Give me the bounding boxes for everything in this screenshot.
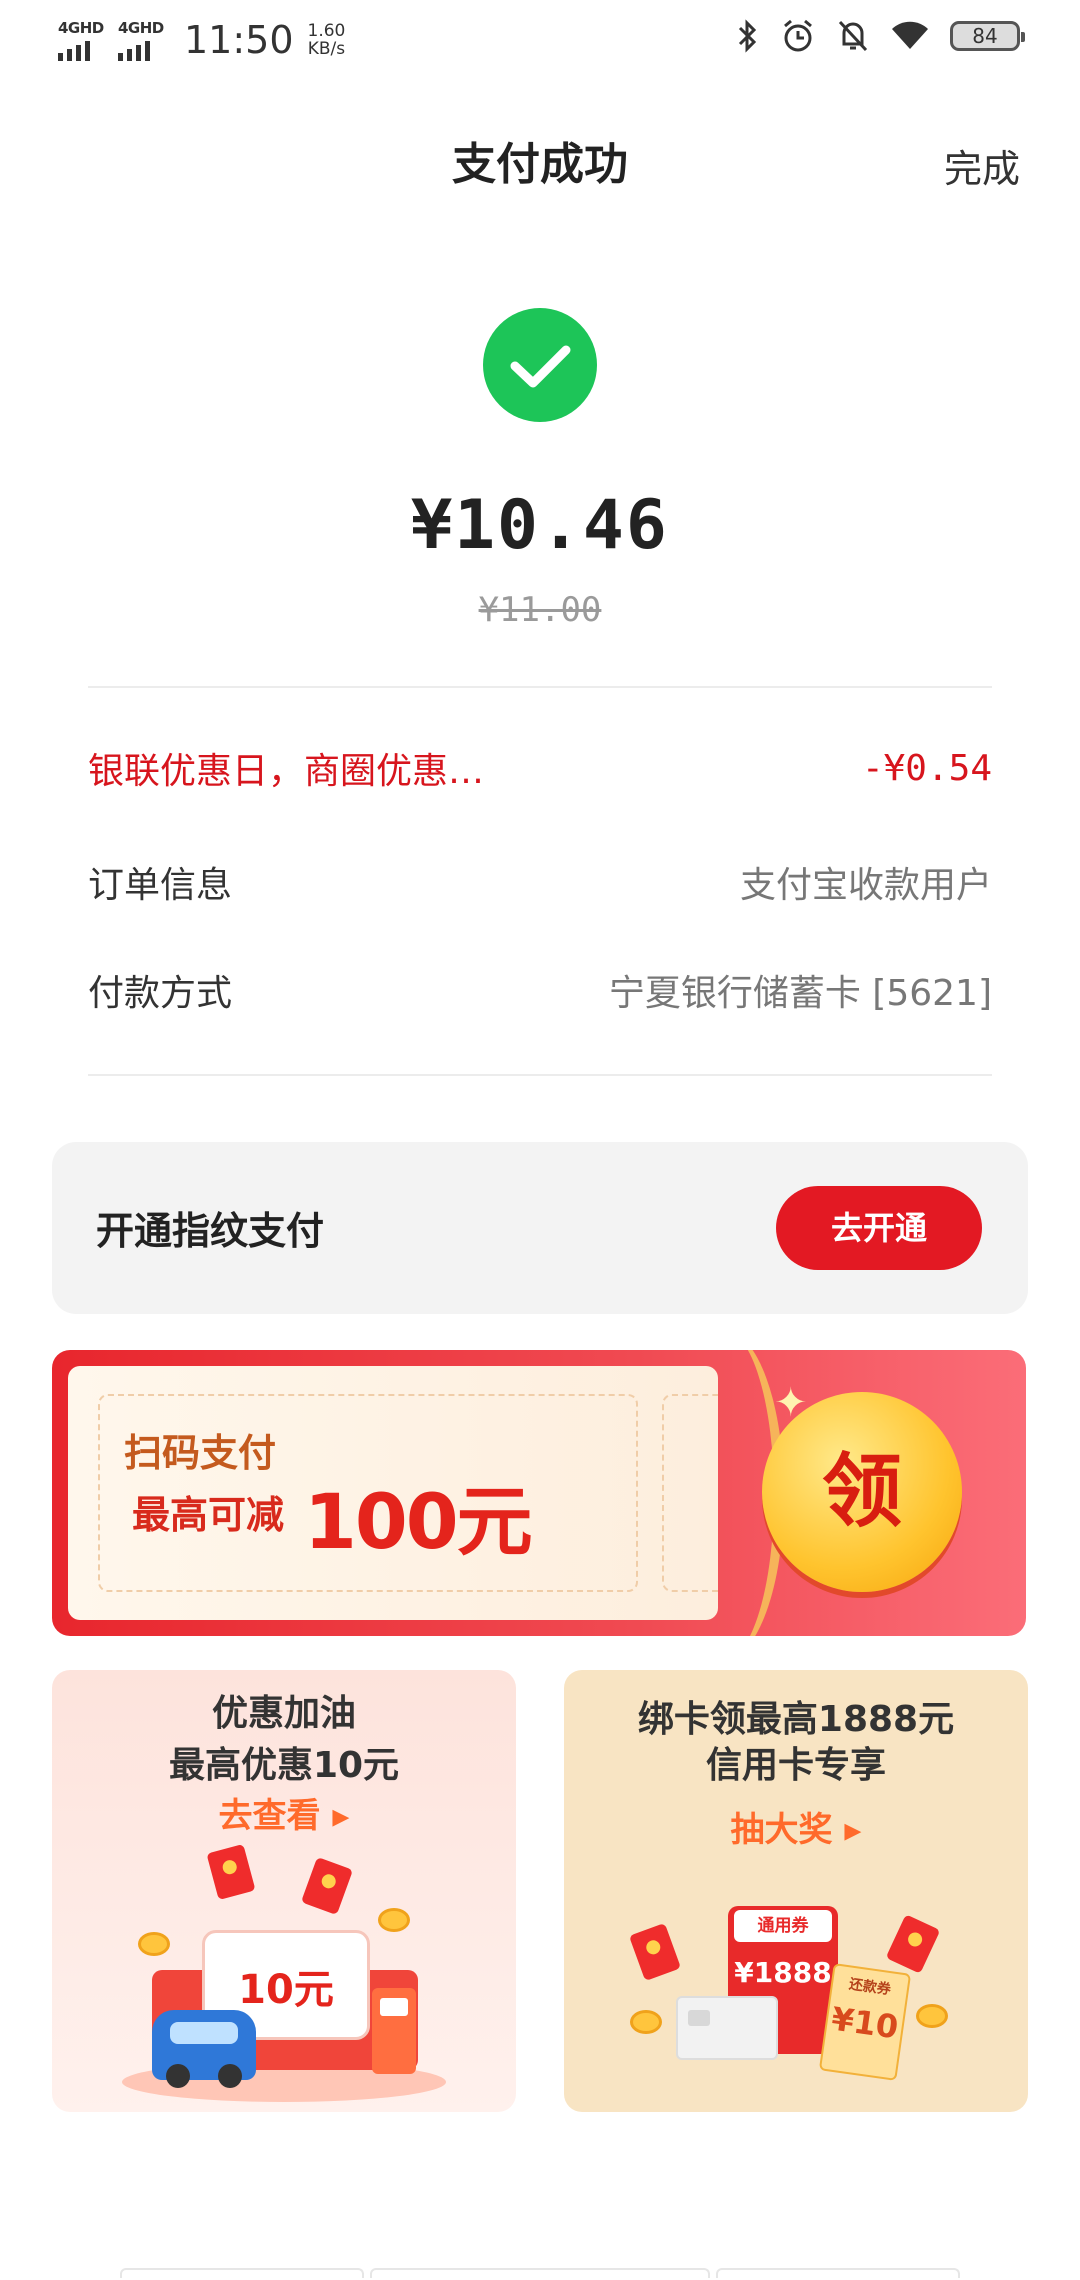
voucher-amount: ¥10 <box>829 1999 901 2047</box>
signal-icon: 4GHD <box>118 19 164 61</box>
order-info-value: 支付宝收款用户 <box>739 865 992 906</box>
banner-line2: 最高可减 <box>132 1493 285 1537</box>
wifi-icon <box>892 21 928 49</box>
coin-icon <box>630 2010 662 2034</box>
success-check-icon <box>483 308 597 422</box>
speed-value: 1.60 <box>307 21 346 41</box>
fingerprint-label: 开通指纹支付 <box>96 1209 325 1253</box>
fuel-discount-card[interactable]: 优惠加油 最高优惠10元 去查看 ▸ 10元 <box>52 1670 516 2112</box>
network-speed: 1.60 KB/s <box>308 22 346 58</box>
mute-icon <box>838 20 868 52</box>
discount-label: 银联优惠日，商圈优惠… <box>88 751 485 792</box>
alarm-icon <box>784 19 812 52</box>
payment-method-label: 付款方式 <box>88 973 233 1014</box>
done-button[interactable]: 完成 <box>944 138 1020 193</box>
order-info-label: 订单信息 <box>88 865 233 906</box>
coupon-amount: ¥1888 <box>734 1956 832 1989</box>
bank-card-icon <box>676 1996 778 2060</box>
voucher-head: 还款券 <box>847 1976 892 1999</box>
card-title: 优惠加油 <box>211 1693 356 1734</box>
card-subtitle: 最高优惠10元 <box>168 1745 400 1786</box>
payment-method-value: 宁夏银行储蓄卡 [5621] <box>608 973 992 1014</box>
coin-icon <box>138 1932 170 1956</box>
battery-icon: 84 <box>950 21 1025 51</box>
red-envelope-icon <box>300 1856 354 1916</box>
bottom-scroll-hint <box>120 2268 960 2280</box>
page-title: 支付成功 <box>452 139 628 190</box>
original-amount: ¥11.00 <box>478 590 602 630</box>
fingerprint-card: 开通指纹支付 去开通 <box>52 1142 1028 1314</box>
car-icon <box>152 2010 256 2088</box>
voucher-graphic: 还款券 ¥10 <box>818 1963 912 2081</box>
coin-icon <box>378 1908 410 1932</box>
signal-label: 4GHD <box>58 19 104 37</box>
discount-row[interactable]: 银联优惠日，商圈优惠… -¥0.54 <box>88 742 992 794</box>
fuel-pump-icon <box>372 1988 416 2074</box>
order-info-row: 订单信息 支付宝收款用户 <box>88 856 992 908</box>
status-bar: 4GHD 4GHD 11:50 1.60 KB/s 84 <box>0 0 1080 80</box>
payment-method-row: 付款方式 宁夏银行储蓄卡 [5621] <box>88 964 992 1016</box>
lottery-link[interactable]: 抽大奖 ▸ <box>564 1802 1028 1851</box>
banner-highlight: 100元 <box>304 1477 533 1566</box>
paid-amount: ¥10.46 <box>411 486 669 565</box>
sparkle-icon: ✦ <box>774 1380 808 1426</box>
bluetooth-icon <box>738 19 757 53</box>
red-envelope-icon <box>206 1843 256 1901</box>
enable-fingerprint-button[interactable]: 去开通 <box>776 1186 982 1270</box>
signal-label: 4GHD <box>118 19 164 37</box>
red-envelope-icon <box>628 1922 682 1982</box>
view-link[interactable]: 去查看 ▸ <box>52 1788 516 1837</box>
discount-value: -¥0.54 <box>861 747 992 789</box>
divider <box>88 1074 992 1076</box>
scan-pay-promo-banner[interactable]: 扫码支付 最高可减 100元 领 ✦ <box>52 1350 1026 1636</box>
coin-icon <box>916 2004 948 2028</box>
speed-unit: KB/s <box>307 39 346 59</box>
coupon-pad-value: 10元 <box>238 1967 334 2013</box>
red-envelope-icon <box>885 1914 941 1974</box>
coupon-head: 通用券 <box>734 1910 832 1942</box>
battery-level: 84 <box>972 24 998 48</box>
card-subtitle: 信用卡专享 <box>705 1745 886 1786</box>
signal-icon: 4GHD <box>58 19 104 61</box>
clock: 11:50 <box>184 18 294 62</box>
card-title: 绑卡领最高1888元 <box>637 1699 955 1740</box>
divider <box>88 686 992 688</box>
banner-line1: 扫码支付 <box>124 1431 277 1475</box>
credit-card-promo-card[interactable]: 绑卡领最高1888元 信用卡专享 抽大奖 ▸ 通用券 ¥1888 还款券 ¥10 <box>564 1670 1028 2112</box>
